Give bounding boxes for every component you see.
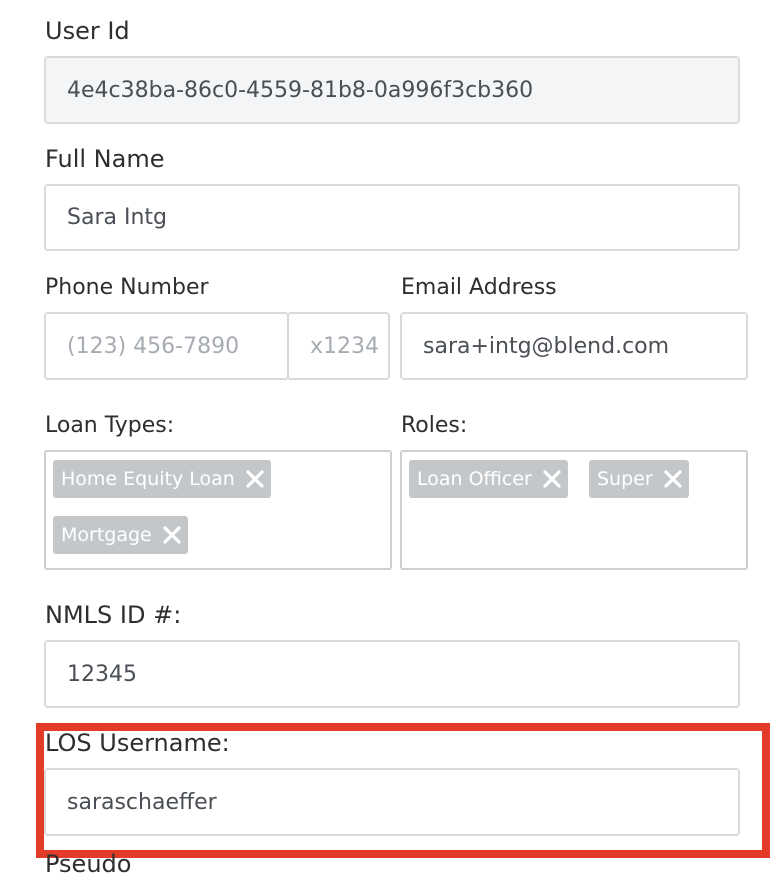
tag-label: Loan Officer — [417, 468, 532, 490]
email-label: Email Address — [401, 275, 557, 300]
phone-label: Phone Number — [45, 275, 209, 300]
user-id-field: 4e4c38ba-86c0-4559-81b8-0a996f3cb360 — [44, 56, 740, 124]
remove-tag-icon[interactable] — [162, 525, 182, 545]
full-name-input[interactable]: Sara Intg — [44, 184, 740, 251]
role-tag: Loan Officer — [409, 460, 568, 498]
phone-input[interactable]: (123) 456-7890 — [44, 312, 289, 380]
email-input[interactable]: sara+intg@blend.com — [400, 312, 748, 380]
tag-label: Super — [597, 468, 653, 490]
highlight-box — [36, 723, 770, 858]
loan-type-tag: Home Equity Loan — [53, 460, 271, 498]
remove-tag-icon[interactable] — [663, 469, 683, 489]
tag-label: Mortgage — [61, 524, 152, 546]
nmls-input[interactable]: 12345 — [44, 640, 740, 708]
user-id-label: User Id — [45, 17, 130, 45]
loan-types-label: Loan Types: — [45, 413, 175, 438]
nmls-label: NMLS ID #: — [45, 601, 182, 629]
roles-select[interactable]: Loan Officer Super — [400, 450, 748, 570]
loan-type-tag: Mortgage — [53, 516, 188, 554]
phone-extension-input[interactable]: x1234 — [287, 312, 390, 380]
full-name-label: Full Name — [45, 145, 165, 173]
role-tag: Super — [589, 460, 689, 498]
remove-tag-icon[interactable] — [245, 469, 265, 489]
loan-types-select[interactable]: Home Equity Loan Mortgage — [44, 450, 392, 570]
roles-label: Roles: — [401, 413, 468, 438]
next-field-label: Pseudo — [45, 850, 132, 878]
remove-tag-icon[interactable] — [542, 469, 562, 489]
tag-label: Home Equity Loan — [61, 468, 235, 490]
